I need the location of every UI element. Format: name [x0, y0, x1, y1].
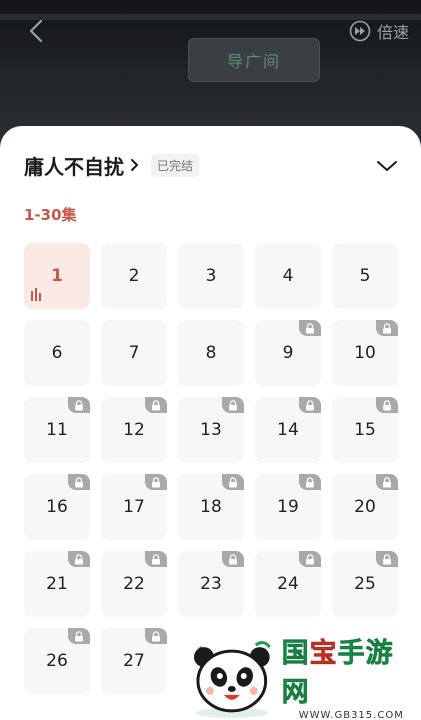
episode-number: 23 — [200, 574, 222, 594]
episode-number: 3 — [205, 266, 217, 286]
panda-logo-icon — [193, 641, 271, 718]
episode-number: 4 — [282, 266, 294, 286]
lock-icon — [145, 397, 167, 413]
episode-12-button[interactable]: 12 — [101, 397, 167, 463]
lock-icon — [145, 551, 167, 567]
episode-17-button[interactable]: 17 — [101, 474, 167, 540]
episode-2-button[interactable]: 2 — [101, 243, 167, 309]
episode-4-button[interactable]: 4 — [255, 243, 321, 309]
episode-number: 8 — [205, 343, 217, 363]
sheet-header: 庸人不自扰 已完结 — [24, 150, 401, 180]
watermark-url: WWW.GB315.COM — [298, 710, 404, 720]
episode-9-button[interactable]: 9 — [255, 320, 321, 386]
episode-number: 11 — [46, 420, 68, 440]
lock-icon — [68, 397, 90, 413]
episode-8-button[interactable]: 8 — [178, 320, 244, 386]
episode-18-button[interactable]: 18 — [178, 474, 244, 540]
episode-number: 17 — [123, 497, 145, 517]
lock-icon — [376, 320, 398, 336]
episode-number: 24 — [277, 574, 299, 594]
episode-grid: 1 2 3 4 5 6 7 8 9 10 11 12 13 14 15 16 17 18 19 20 21 22 23 24 2… — [24, 243, 398, 694]
episode-number: 7 — [128, 343, 140, 363]
episode-number: 10 — [354, 343, 376, 363]
fast-forward-circle-icon — [349, 20, 371, 42]
episode-3-button[interactable]: 3 — [178, 243, 244, 309]
speed-button[interactable]: 倍速 — [349, 18, 409, 44]
episode-number: 16 — [46, 497, 68, 517]
lock-icon — [376, 474, 398, 490]
episode-21-button[interactable]: 21 — [24, 551, 90, 617]
episode-16-button[interactable]: 16 — [24, 474, 90, 540]
lock-icon — [145, 474, 167, 490]
lock-icon — [68, 628, 90, 644]
episode-number: 14 — [277, 420, 299, 440]
status-badge: 已完结 — [151, 153, 200, 177]
back-button[interactable] — [22, 16, 50, 46]
episode-number: 21 — [46, 574, 68, 594]
episode-26-button[interactable]: 26 — [24, 628, 90, 694]
lock-icon — [222, 474, 244, 490]
episode-number: 5 — [359, 266, 371, 286]
episode-number: 9 — [282, 343, 294, 363]
episode-1-button[interactable]: 1 — [24, 243, 90, 309]
episode-number: 6 — [51, 343, 63, 363]
episode-number: 27 — [123, 651, 145, 671]
speed-label: 倍速 — [376, 23, 409, 42]
episode-24-button[interactable]: 24 — [255, 551, 321, 617]
episode-11-button[interactable]: 11 — [24, 397, 90, 463]
equalizer-icon — [31, 288, 41, 301]
episode-7-button[interactable]: 7 — [101, 320, 167, 386]
lock-icon — [222, 397, 244, 413]
lock-icon — [299, 320, 321, 336]
episode-number: 2 — [128, 266, 140, 286]
episode-number: 13 — [200, 420, 222, 440]
player-screen: 导广间 倍速 庸人不自扰 已完结 1-30集 1 2 3 4 5 6 7 8 9… — [0, 0, 421, 720]
episode-number: 25 — [354, 574, 376, 594]
lock-icon — [222, 551, 244, 567]
series-detail-link[interactable] — [130, 158, 139, 172]
lock-icon — [299, 397, 321, 413]
lock-icon — [68, 551, 90, 567]
watermark-logo: 国宝手游网 WWW.GB315.COM — [186, 632, 421, 720]
lock-icon — [145, 628, 167, 644]
video-scene-sign: 导广间 — [188, 38, 320, 82]
lock-icon — [68, 474, 90, 490]
lock-icon — [376, 551, 398, 567]
episode-number: 1 — [51, 266, 63, 286]
episode-10-button[interactable]: 10 — [332, 320, 398, 386]
episode-22-button[interactable]: 22 — [101, 551, 167, 617]
episode-27-button[interactable]: 27 — [101, 628, 167, 694]
lock-icon — [299, 474, 321, 490]
watermark-text: 国宝手游网 WWW.GB315.COM — [281, 631, 421, 720]
episode-20-button[interactable]: 20 — [332, 474, 398, 540]
episode-number: 26 — [46, 651, 68, 671]
range-tab-1-30[interactable]: 1-30集 — [24, 204, 77, 225]
episode-number: 22 — [123, 574, 145, 594]
episode-14-button[interactable]: 14 — [255, 397, 321, 463]
collapse-button[interactable] — [373, 152, 401, 180]
episode-25-button[interactable]: 25 — [332, 551, 398, 617]
lock-icon — [376, 397, 398, 413]
episode-5-button[interactable]: 5 — [332, 243, 398, 309]
episode-number: 20 — [354, 497, 376, 517]
episode-number: 15 — [354, 420, 376, 440]
watermark-brand: 国宝手游网 — [281, 638, 394, 709]
chevron-down-icon — [377, 161, 397, 171]
back-arrow-icon — [29, 19, 43, 43]
episode-15-button[interactable]: 15 — [332, 397, 398, 463]
episode-19-button[interactable]: 19 — [255, 474, 321, 540]
episode-23-button[interactable]: 23 — [178, 551, 244, 617]
episode-number: 18 — [200, 497, 222, 517]
episode-number: 12 — [123, 420, 145, 440]
lock-icon — [299, 551, 321, 567]
episode-6-button[interactable]: 6 — [24, 320, 90, 386]
chevron-right-icon — [131, 159, 138, 171]
episode-13-button[interactable]: 13 — [178, 397, 244, 463]
series-title[interactable]: 庸人不自扰 — [24, 151, 124, 180]
episode-number: 19 — [277, 497, 299, 517]
